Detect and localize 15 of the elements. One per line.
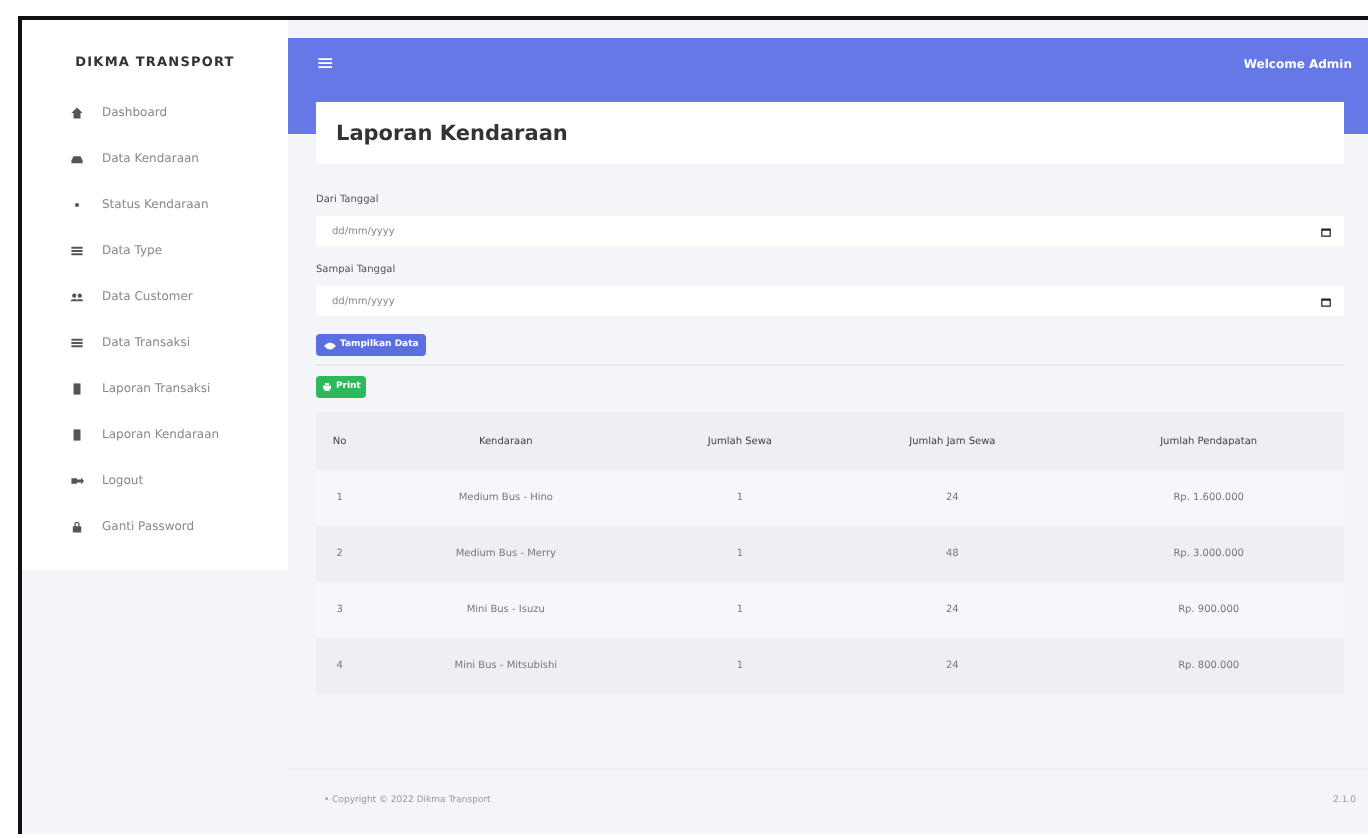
logout-icon xyxy=(70,474,84,488)
calendar-icon xyxy=(1320,225,1332,237)
printer-icon xyxy=(322,382,332,392)
list-icon xyxy=(70,336,84,350)
lock-icon xyxy=(70,520,84,534)
doc-icon xyxy=(70,382,84,396)
dot-icon xyxy=(70,198,84,212)
users-icon xyxy=(70,290,84,304)
list-icon xyxy=(70,244,84,258)
page-title: Laporan Kendaraan xyxy=(336,121,568,145)
menu-button[interactable]: ≡ xyxy=(316,52,335,74)
doc-icon xyxy=(70,428,84,442)
home-icon xyxy=(70,106,84,120)
eye-icon xyxy=(324,341,336,349)
calendar-icon xyxy=(1320,295,1332,307)
